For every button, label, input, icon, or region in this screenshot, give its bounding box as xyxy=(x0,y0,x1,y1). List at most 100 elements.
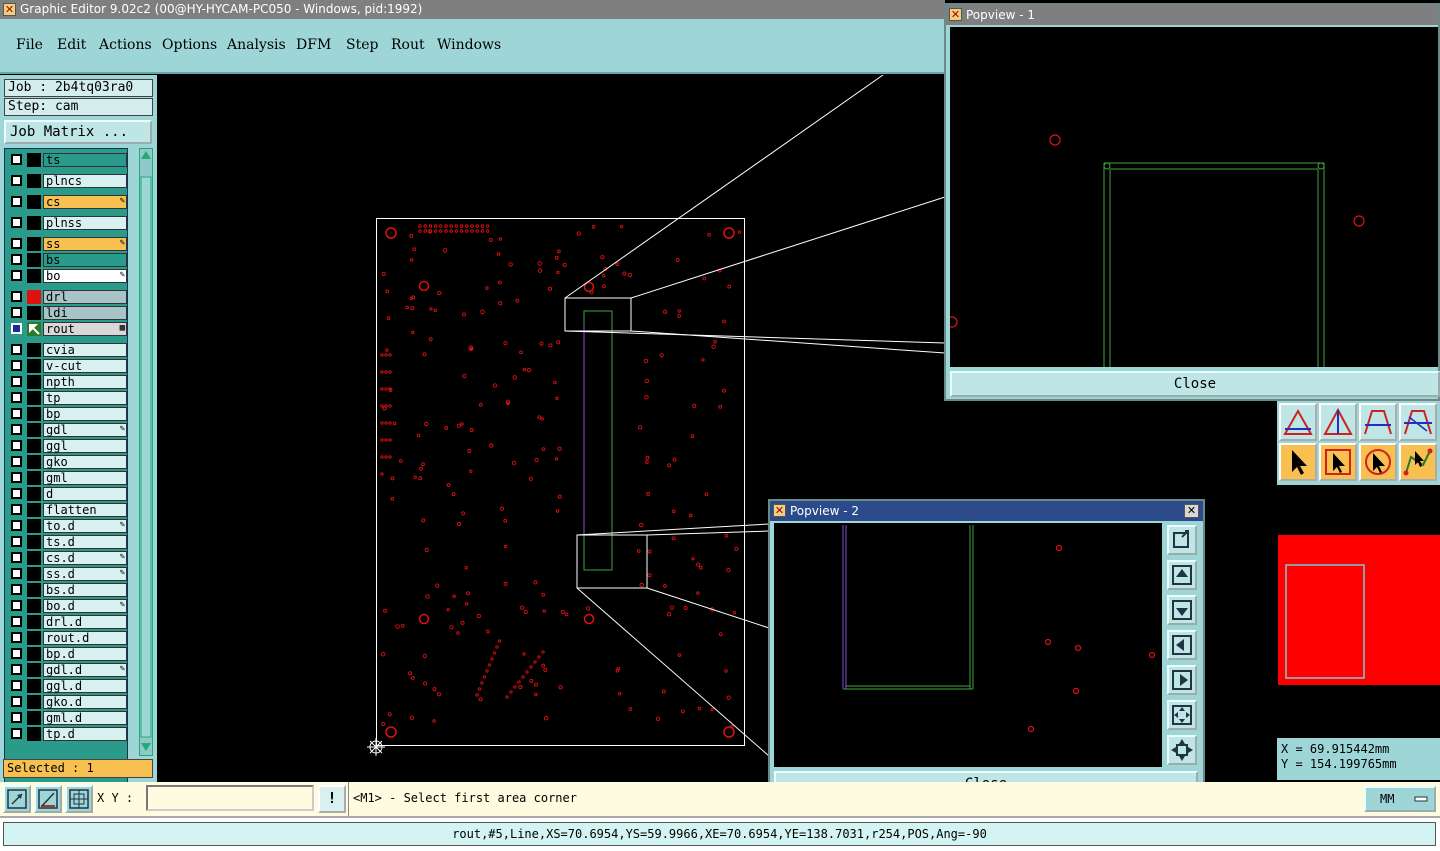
tool-select-arrow[interactable] xyxy=(1279,443,1317,481)
popview-2-pan-left-button[interactable] xyxy=(1167,630,1197,660)
layer-checkbox[interactable] xyxy=(11,440,22,451)
layer-color-swatch[interactable] xyxy=(27,290,41,304)
layer-checkbox[interactable] xyxy=(11,392,22,403)
layer-checkbox[interactable] xyxy=(11,536,22,547)
zoom-area-button[interactable] xyxy=(3,785,31,813)
layer-row-gko-d[interactable]: gko.d xyxy=(7,695,127,709)
layer-row-npth[interactable]: npth xyxy=(7,375,127,389)
layer-row-gdl-d[interactable]: gdl.d ✎ xyxy=(7,663,127,677)
units-select[interactable]: MM xyxy=(1364,786,1436,812)
layer-color-swatch[interactable] xyxy=(27,306,41,320)
layer-checkbox[interactable] xyxy=(11,238,22,249)
layer-checkbox[interactable] xyxy=(11,712,22,723)
layer-row-drl[interactable]: drl xyxy=(7,290,127,304)
layer-row-rout-d[interactable]: rout.d xyxy=(7,631,127,645)
menu-windows[interactable]: Windows xyxy=(437,37,501,53)
tool-snap-triangle-1[interactable] xyxy=(1279,403,1317,441)
layer-checkbox[interactable] xyxy=(11,408,22,419)
layer-color-swatch[interactable] xyxy=(27,423,41,437)
tool-snap-arch[interactable] xyxy=(1359,403,1397,441)
layer-color-swatch[interactable] xyxy=(27,359,41,373)
layer-color-swatch[interactable] xyxy=(27,663,41,677)
popview-2-zoom-out-button[interactable] xyxy=(1167,735,1197,765)
layer-color-swatch[interactable] xyxy=(27,471,41,485)
layer-checkbox[interactable] xyxy=(11,696,22,707)
layer-row-bo-d[interactable]: bo.d ✎ xyxy=(7,599,127,613)
layer-row-plnss[interactable]: plnss xyxy=(7,216,127,230)
layer-checkbox[interactable] xyxy=(11,344,22,355)
layer-color-swatch[interactable] xyxy=(27,647,41,661)
layer-row-ldi[interactable]: ldi xyxy=(7,306,127,320)
layer-color-swatch[interactable] xyxy=(27,407,41,421)
layer-row-ggl-d[interactable]: ggl.d xyxy=(7,679,127,693)
layer-checkbox[interactable] xyxy=(11,472,22,483)
layer-color-swatch[interactable] xyxy=(27,269,41,283)
layer-checkbox[interactable] xyxy=(11,456,22,467)
layer-color-swatch[interactable] xyxy=(27,599,41,613)
layer-color-swatch[interactable] xyxy=(27,322,41,336)
layer-checkbox[interactable] xyxy=(11,196,22,207)
layer-color-swatch[interactable] xyxy=(27,631,41,645)
menu-actions[interactable]: Actions xyxy=(99,37,152,53)
layer-row-plncs[interactable]: plncs xyxy=(7,174,127,188)
layer-color-swatch[interactable] xyxy=(27,455,41,469)
layer-checkbox[interactable] xyxy=(11,504,22,515)
menu-dfm[interactable]: DFM xyxy=(296,37,331,53)
layer-color-swatch[interactable] xyxy=(27,711,41,725)
warning-button[interactable]: ! xyxy=(318,785,346,813)
layer-color-swatch[interactable] xyxy=(27,216,41,230)
layer-color-swatch[interactable] xyxy=(27,535,41,549)
menu-analysis[interactable]: Analysis xyxy=(227,37,286,53)
layer-checkbox[interactable] xyxy=(11,520,22,531)
overview-map[interactable] xyxy=(1277,485,1440,738)
popview-2-zoom-in-button[interactable] xyxy=(1167,700,1197,730)
layer-color-swatch[interactable] xyxy=(27,567,41,581)
menu-file[interactable]: File xyxy=(16,37,43,53)
layer-list-scrollbar[interactable] xyxy=(139,148,153,756)
layer-color-swatch[interactable] xyxy=(27,519,41,533)
layer-row-gko[interactable]: gko xyxy=(7,455,127,469)
layer-color-swatch[interactable] xyxy=(27,343,41,357)
layer-checkbox[interactable] xyxy=(11,664,22,675)
layer-row-ss-d[interactable]: ss.d ✎ xyxy=(7,567,127,581)
layer-row-d[interactable]: d xyxy=(7,487,127,501)
tool-select-path[interactable] xyxy=(1399,443,1437,481)
menu-rout[interactable]: Rout xyxy=(391,37,425,53)
tool-select-circle[interactable] xyxy=(1359,443,1397,481)
layer-color-swatch[interactable] xyxy=(27,375,41,389)
layer-checkbox[interactable] xyxy=(11,217,22,228)
layer-color-swatch[interactable] xyxy=(27,583,41,597)
popview-2-close-icon[interactable]: ✕ xyxy=(1184,504,1199,518)
menu-options[interactable]: Options xyxy=(162,37,217,53)
job-matrix-button[interactable]: Job Matrix ... xyxy=(4,120,152,144)
layer-checkbox[interactable] xyxy=(11,584,22,595)
layer-checkbox[interactable] xyxy=(11,270,22,281)
layer-color-swatch[interactable] xyxy=(27,503,41,517)
layer-row-drl-d[interactable]: drl.d xyxy=(7,615,127,629)
layer-row-bs-d[interactable]: bs.d xyxy=(7,583,127,597)
layer-row-v-cut[interactable]: v-cut xyxy=(7,359,127,373)
popview-2-pan-up-button[interactable] xyxy=(1167,560,1197,590)
layer-row-cs-d[interactable]: cs.d ✎ xyxy=(7,551,127,565)
menu-step[interactable]: Step xyxy=(346,37,378,53)
layer-row-gml-d[interactable]: gml.d xyxy=(7,711,127,725)
layer-checkbox[interactable] xyxy=(11,600,22,611)
layer-color-swatch[interactable] xyxy=(27,153,41,167)
popview-2-pan-right-button[interactable] xyxy=(1167,665,1197,695)
popview-2-canvas[interactable] xyxy=(774,523,1162,767)
layer-checkbox[interactable] xyxy=(11,376,22,387)
layer-checkbox[interactable] xyxy=(11,154,22,165)
layer-row-tp[interactable]: tp xyxy=(7,391,127,405)
measure-button[interactable] xyxy=(34,785,62,813)
layer-color-swatch[interactable] xyxy=(27,237,41,251)
layer-checkbox[interactable] xyxy=(11,728,22,739)
grid-button[interactable] xyxy=(65,785,93,813)
layer-checkbox[interactable] xyxy=(11,307,22,318)
layer-row-ts-d[interactable]: ts.d xyxy=(7,535,127,549)
layer-color-swatch[interactable] xyxy=(27,695,41,709)
layer-checkbox[interactable] xyxy=(11,616,22,627)
layer-checkbox[interactable] xyxy=(11,568,22,579)
tool-snap-cross[interactable] xyxy=(1399,403,1437,441)
layer-row-bs[interactable]: bs xyxy=(7,253,127,267)
layer-row-tp-d[interactable]: tp.d xyxy=(7,727,127,741)
